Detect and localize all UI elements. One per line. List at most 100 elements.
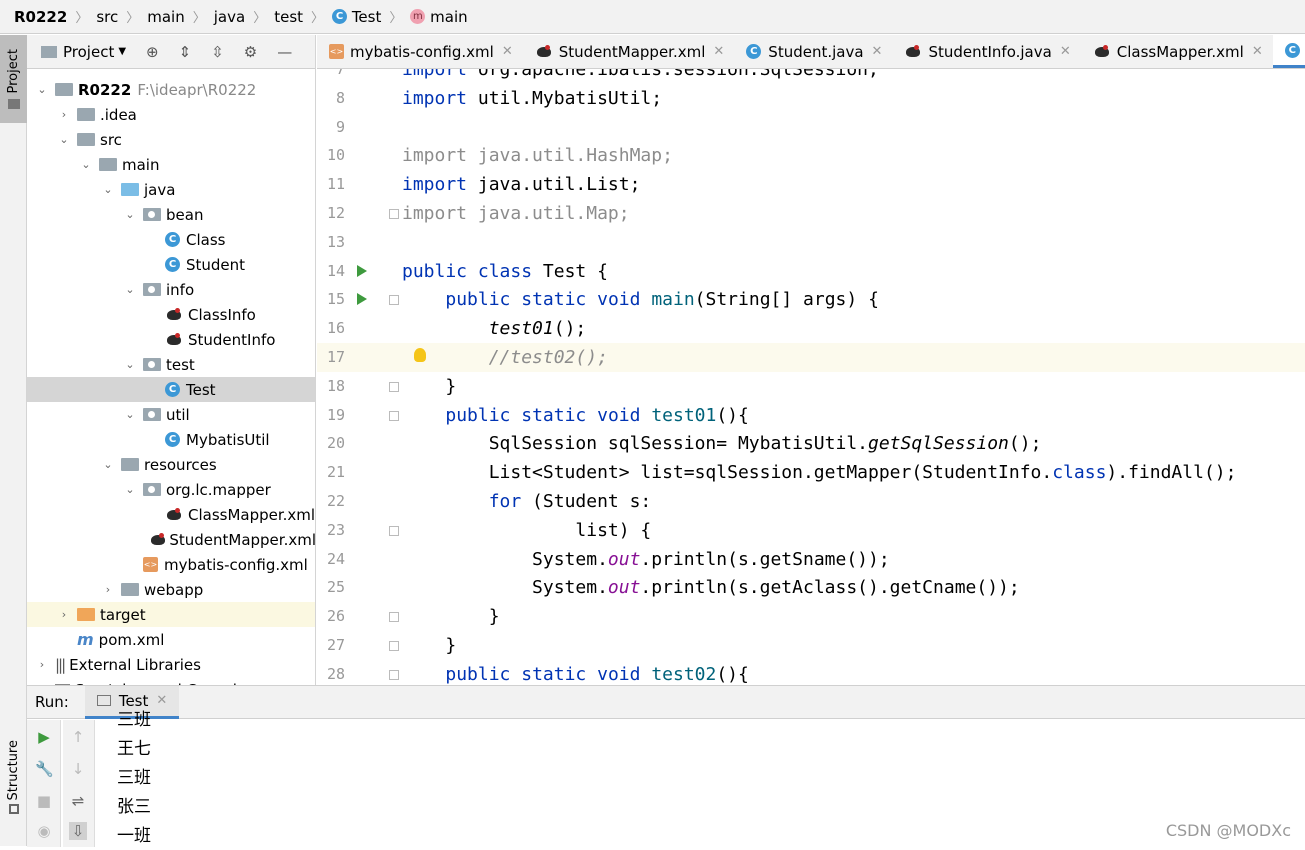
- editor-tab[interactable]: C Student.java ✕: [734, 35, 892, 68]
- soft-wrap-icon[interactable]: ⇌: [69, 792, 87, 810]
- code-line[interactable]: 14 public class Test {: [317, 257, 1305, 286]
- code-line[interactable]: 8 import util.MybatisUtil;: [317, 84, 1305, 113]
- wrench-icon[interactable]: 🔧: [35, 760, 54, 778]
- arrow-up-icon[interactable]: ↑: [69, 728, 87, 746]
- editor-tab[interactable]: <> mybatis-config.xml ✕: [317, 35, 523, 68]
- stop-icon[interactable]: ■: [35, 792, 53, 810]
- tree-item[interactable]: C Class: [27, 227, 315, 252]
- code-line[interactable]: 9: [317, 113, 1305, 142]
- tree-item[interactable]: ⌄ bean: [27, 202, 315, 227]
- tree-item[interactable]: C Student: [27, 252, 315, 277]
- code-line[interactable]: 10 import java.util.HashMap;: [317, 141, 1305, 170]
- project-tool-tab[interactable]: Project: [0, 35, 27, 123]
- expand-all-icon[interactable]: ⇕: [179, 43, 192, 61]
- fold-marker-icon[interactable]: [389, 641, 399, 651]
- chevron-down-icon[interactable]: ⌄: [101, 183, 115, 196]
- close-icon[interactable]: ✕: [1060, 44, 1071, 59]
- close-icon[interactable]: ✕: [872, 44, 883, 59]
- tree-item[interactable]: › .idea: [27, 102, 315, 127]
- code-line[interactable]: 19 public static void test01(){: [317, 401, 1305, 430]
- tree-item[interactable]: StudentInfo: [27, 327, 315, 352]
- run-gutter-icon[interactable]: [357, 264, 367, 277]
- tree-item[interactable]: C Test: [27, 377, 315, 402]
- minimize-icon[interactable]: —: [277, 43, 292, 61]
- chevron-down-icon[interactable]: ▼: [118, 46, 126, 57]
- editor-tab[interactable]: StudentInfo.java ✕: [892, 35, 1080, 68]
- tree-item[interactable]: ⌄ R0222 F:\ideapr\R0222: [27, 77, 315, 102]
- tree-item[interactable]: ⌄ java: [27, 177, 315, 202]
- editor-tab[interactable]: StudentMapper.xml ✕: [523, 35, 735, 68]
- fold-marker-icon[interactable]: [389, 612, 399, 623]
- chevron-down-icon[interactable]: ⌄: [35, 83, 49, 96]
- code-line[interactable]: 12 import java.util.Map;: [317, 199, 1305, 228]
- fold-marker-icon[interactable]: [389, 669, 399, 680]
- tree-item[interactable]: ⌄ src: [27, 127, 315, 152]
- collapse-all-icon[interactable]: ⇳: [211, 43, 224, 61]
- breadcrumb-main[interactable]: main: [147, 8, 184, 26]
- code-line[interactable]: 28 public static void test02(){: [317, 660, 1305, 684]
- code-editor[interactable]: 7 import org.apache.ibatis.session.SqlSes…: [317, 69, 1305, 684]
- breadcrumb-src[interactable]: src: [96, 8, 118, 26]
- chevron-down-icon[interactable]: ⌄: [123, 408, 137, 421]
- tree-item[interactable]: ⌄ resources: [27, 452, 315, 477]
- tree-item[interactable]: m pom.xml: [27, 627, 315, 652]
- tree-item[interactable]: C MybatisUtil: [27, 427, 315, 452]
- code-line[interactable]: 23 list) {: [317, 516, 1305, 545]
- tree-item[interactable]: ⌄ main: [27, 152, 315, 177]
- close-icon[interactable]: ✕: [713, 44, 724, 59]
- chevron-down-icon[interactable]: ⌄: [57, 133, 71, 146]
- fold-marker-icon[interactable]: [389, 209, 399, 219]
- code-line[interactable]: 17 //test02();: [317, 343, 1305, 372]
- tree-item[interactable]: <> mybatis-config.xml: [27, 552, 315, 577]
- breadcrumb-test[interactable]: test: [274, 8, 303, 26]
- run-gutter-icon[interactable]: [357, 293, 367, 306]
- code-line[interactable]: 18 }: [317, 372, 1305, 401]
- tree-item[interactable]: › webapp: [27, 577, 315, 602]
- gear-icon[interactable]: ⚙: [244, 43, 257, 61]
- code-line[interactable]: 13: [317, 228, 1305, 257]
- close-icon[interactable]: ✕: [502, 44, 513, 59]
- breadcrumb-java[interactable]: java: [214, 8, 245, 26]
- tree-item[interactable]: ClassMapper.xml: [27, 502, 315, 527]
- tree-item[interactable]: StudentMapper.xml: [27, 527, 315, 552]
- code-line[interactable]: 22 for (Student s:: [317, 487, 1305, 516]
- fold-marker-icon[interactable]: [389, 410, 399, 421]
- chevron-down-icon[interactable]: ⌄: [123, 208, 137, 221]
- close-icon[interactable]: ✕: [156, 693, 167, 708]
- breadcrumb-class[interactable]: Test: [352, 8, 382, 26]
- code-line[interactable]: 16 test01();: [317, 314, 1305, 343]
- chevron-down-icon[interactable]: ⌄: [79, 158, 93, 171]
- code-line[interactable]: 20 SqlSession sqlSession= MybatisUtil.ge…: [317, 429, 1305, 458]
- camera-icon[interactable]: ◉: [35, 822, 53, 840]
- code-line[interactable]: 21 List<Student> list=sqlSession.getMapp…: [317, 458, 1305, 487]
- tree-item[interactable]: › target: [27, 602, 315, 627]
- fold-marker-icon[interactable]: [389, 381, 399, 392]
- arrow-down-icon[interactable]: ↓: [69, 760, 87, 778]
- code-line[interactable]: 7 import org.apache.ibatis.session.SqlSes…: [317, 69, 1305, 84]
- code-line[interactable]: 27 }: [317, 631, 1305, 660]
- tree-item[interactable]: ⌄ info: [27, 277, 315, 302]
- chevron-down-icon[interactable]: ⌄: [123, 283, 137, 296]
- chevron-right-icon[interactable]: ›: [57, 608, 71, 621]
- tree-item[interactable]: ⌄ util: [27, 402, 315, 427]
- tree-item[interactable]: ⌄ test: [27, 352, 315, 377]
- editor-tab[interactable]: ClassMapper.xml ✕: [1081, 35, 1273, 68]
- locate-icon[interactable]: ⊕: [146, 43, 159, 61]
- fold-marker-icon[interactable]: [389, 525, 399, 536]
- breadcrumb-method[interactable]: main: [430, 8, 467, 26]
- tree-item[interactable]: › ||| External Libraries: [27, 652, 315, 677]
- code-line[interactable]: 25 System.out.println(s.getAclass().getC…: [317, 573, 1305, 602]
- close-icon[interactable]: ✕: [1252, 44, 1263, 59]
- code-line[interactable]: 11 import java.util.List;: [317, 170, 1305, 199]
- code-line[interactable]: 15 public static void main(String[] args…: [317, 285, 1305, 314]
- scroll-to-end-icon[interactable]: ⇩: [69, 822, 87, 840]
- chevron-down-icon[interactable]: ⌄: [123, 483, 137, 496]
- structure-tool-tab[interactable]: Structure: [0, 740, 27, 830]
- code-line[interactable]: 26 }: [317, 602, 1305, 631]
- code-line[interactable]: 24 System.out.println(s.getSname());: [317, 545, 1305, 574]
- chevron-down-icon[interactable]: ⌄: [101, 458, 115, 471]
- project-view-selector[interactable]: Project: [63, 43, 114, 61]
- tree-item[interactable]: ⌄ org.lc.mapper: [27, 477, 315, 502]
- breadcrumb-project[interactable]: R0222: [14, 8, 67, 26]
- tree-item[interactable]: Scratches and Consoles: [27, 677, 315, 685]
